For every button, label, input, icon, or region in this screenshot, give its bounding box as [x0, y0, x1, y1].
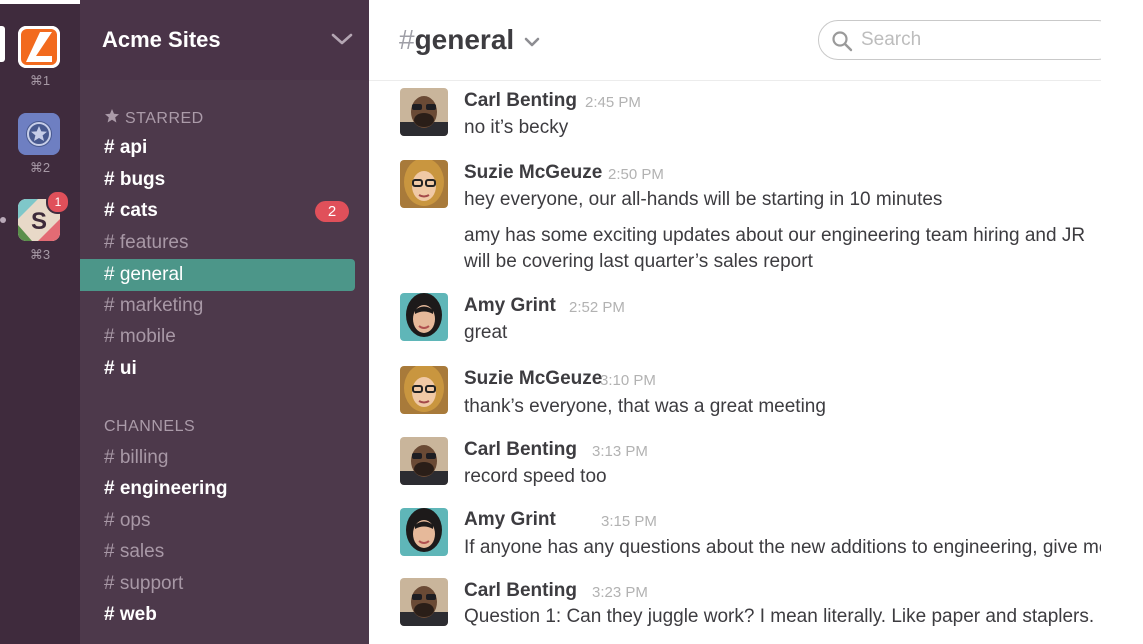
svg-text:S: S	[31, 208, 47, 235]
message-text: amy has some exciting updates about our …	[464, 225, 1086, 246]
active-team-indicator	[0, 26, 5, 62]
avatar[interactable]	[400, 437, 448, 485]
message-text: Question 1: Can they juggle work? I mean…	[464, 606, 1095, 627]
team-shortcut-2: ⌘2	[29, 160, 51, 175]
channel-item-mobile[interactable]: # mobile	[80, 321, 369, 353]
channel-header: #general	[369, 0, 1118, 81]
message-timestamp[interactable]: 3:23 PM	[592, 584, 648, 601]
channel-item-cats[interactable]: # cats 2	[80, 195, 369, 227]
message-text: no it’s becky	[464, 117, 569, 138]
suzie-avatar-icon	[400, 160, 448, 208]
channel-hash: #	[399, 24, 415, 55]
channel-name: # web	[104, 604, 157, 625]
channel-item-bugs[interactable]: # bugs	[80, 164, 369, 196]
suzie-avatar-icon	[400, 366, 448, 414]
message-timestamp[interactable]: 2:52 PM	[569, 299, 625, 316]
star-icon	[105, 109, 119, 123]
channel-item-engineering[interactable]: # engineering	[80, 473, 369, 505]
channel-item-api[interactable]: # api	[80, 132, 369, 164]
channel-name: # general	[104, 264, 184, 285]
team-notification-badge: 1	[46, 190, 70, 214]
message-author[interactable]: Carl Benting	[464, 90, 577, 112]
team-shortcut-3: ⌘3	[29, 247, 51, 262]
star-team-icon	[18, 113, 60, 155]
team-switcher: ⌘1 ⌘2 S 1 ⌘3	[0, 0, 104, 644]
message-text: thank’s everyone, that was a great meeti…	[464, 396, 826, 417]
message-timestamp[interactable]: 3:13 PM	[592, 443, 648, 460]
team-shortcut-1: ⌘1	[29, 73, 51, 88]
channels-section-label[interactable]: CHANNELS	[104, 418, 195, 436]
amy-avatar-icon	[400, 293, 448, 341]
message-author[interactable]: Amy Grint	[464, 509, 556, 531]
team-slack[interactable]: S 1	[18, 190, 70, 241]
channel-item-features[interactable]: # features	[80, 227, 369, 259]
message-author[interactable]: Carl Benting	[464, 439, 577, 461]
avatar[interactable]	[400, 366, 448, 414]
channel-item-ops[interactable]: # ops	[80, 505, 369, 537]
search-input[interactable]	[861, 29, 1081, 51]
channel-item-sales[interactable]: # sales	[80, 536, 369, 568]
avatar[interactable]	[400, 160, 448, 208]
channel-name: # support	[104, 573, 184, 594]
message-text: record speed too	[464, 466, 607, 487]
avatar[interactable]	[400, 293, 448, 341]
starred-label: STARRED	[124, 110, 204, 127]
message-pane: #general Carl	[369, 0, 1143, 644]
channel-name: # ui	[104, 358, 137, 379]
message-text: If anyone has any questions about the ne…	[464, 537, 1101, 558]
channel-name: # mobile	[104, 326, 176, 347]
channel-name: # marketing	[104, 295, 204, 316]
carl-avatar-icon	[400, 88, 448, 136]
message-text: hey everyone, our all-hands will be star…	[464, 189, 943, 210]
channel-name: # api	[104, 137, 148, 158]
chevron-down-icon[interactable]	[524, 36, 540, 48]
channel-title-name: general	[414, 24, 515, 55]
message-timestamp[interactable]: 3:15 PM	[601, 513, 657, 530]
channel-name: # ops	[104, 510, 151, 531]
chevron-down-icon	[331, 33, 353, 45]
channel-title[interactable]: #general	[399, 24, 514, 56]
team-name: Acme Sites	[102, 27, 221, 52]
message-text: will be covering last quarter’s sales re…	[464, 251, 813, 272]
team-acme[interactable]	[18, 26, 60, 68]
avatar[interactable]	[400, 508, 448, 556]
team-star[interactable]	[18, 113, 60, 155]
amy-avatar-icon	[400, 508, 448, 556]
message-timestamp[interactable]: 2:50 PM	[608, 166, 664, 183]
acme-logo-icon	[18, 26, 60, 68]
carl-avatar-icon	[400, 578, 448, 626]
channel-item-ui[interactable]: # ui	[80, 353, 369, 385]
channel-name: # features	[104, 232, 189, 253]
message-author[interactable]: Carl Benting	[464, 580, 577, 602]
channel-item-billing[interactable]: # billing	[80, 442, 369, 474]
unread-count-badge: 2	[315, 201, 349, 222]
channel-name: # billing	[104, 447, 169, 468]
message-text: great	[464, 322, 508, 343]
channel-item-general[interactable]: # general	[80, 259, 355, 291]
team-menu[interactable]: Acme Sites	[80, 0, 369, 80]
avatar[interactable]	[400, 578, 448, 626]
carl-avatar-icon	[400, 437, 448, 485]
search-box[interactable]	[818, 20, 1118, 60]
message-author[interactable]: Amy Grint	[464, 295, 556, 317]
message-list: Carl Benting 2:45 PM no it’s becky Suzie…	[369, 80, 1101, 644]
channel-name: # sales	[104, 541, 165, 562]
channel-name: # cats	[104, 200, 158, 221]
channel-item-marketing[interactable]: # marketing	[80, 290, 369, 322]
starred-section[interactable]: STARRED	[104, 108, 204, 128]
channel-item-support[interactable]: # support	[80, 568, 369, 600]
unread-team-indicator	[0, 217, 6, 223]
message-timestamp[interactable]: 3:10 PM	[600, 372, 656, 389]
channel-sidebar: Acme Sites STARRED # api # bugs # cats 2…	[80, 0, 369, 644]
message-timestamp[interactable]: 2:45 PM	[585, 94, 641, 111]
channel-name: # engineering	[104, 478, 228, 499]
search-icon	[832, 31, 853, 52]
avatar[interactable]	[400, 88, 448, 136]
window-edge	[1101, 0, 1143, 644]
message-author[interactable]: Suzie McGeuze	[464, 368, 602, 390]
message-author[interactable]: Suzie McGeuze	[464, 162, 602, 184]
channel-item-web[interactable]: # web	[80, 599, 369, 631]
channel-name: # bugs	[104, 169, 166, 190]
